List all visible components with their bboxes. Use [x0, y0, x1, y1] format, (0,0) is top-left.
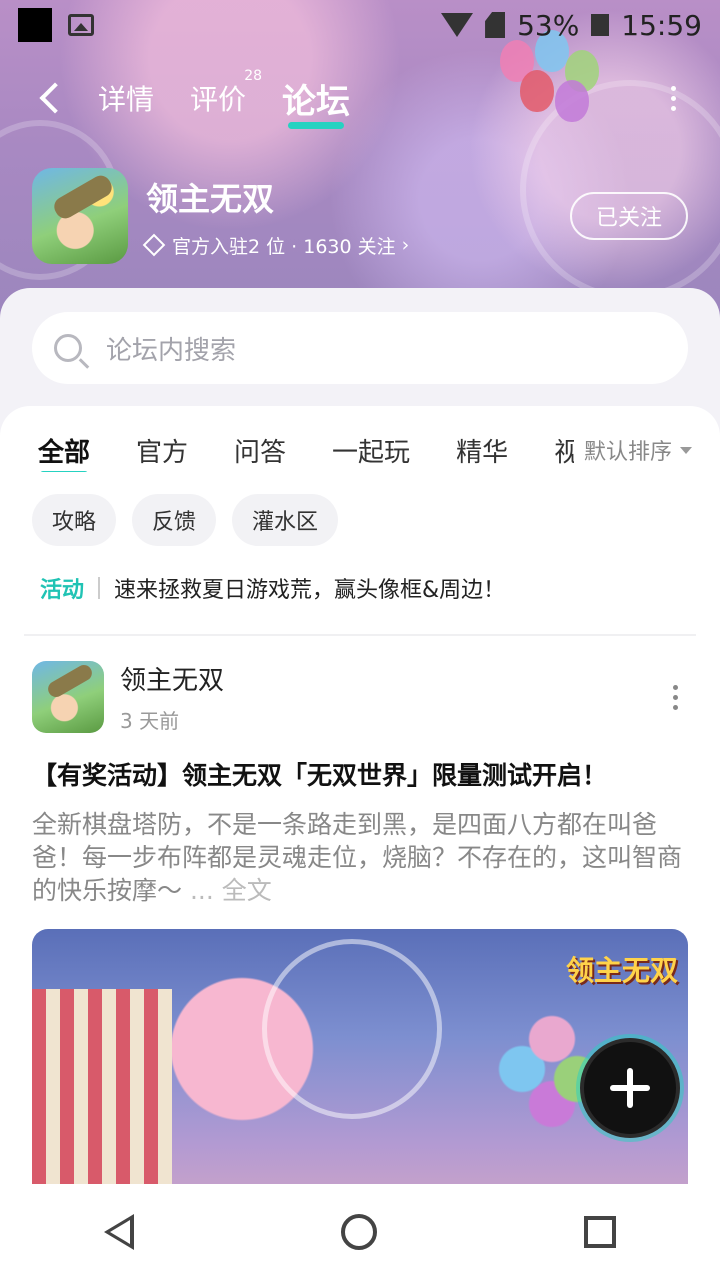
full-text-link[interactable]: 全文 [222, 876, 272, 905]
nav-home-icon[interactable] [340, 1214, 377, 1250]
search-input[interactable]: 论坛内搜索 [106, 330, 236, 367]
game-meta-link[interactable]: 官方入驻2 位 · 1630 关注 › [142, 232, 410, 259]
game-name: 领主无双 [146, 179, 275, 218]
game-icon[interactable] [32, 168, 128, 264]
ferris-wheel-illustration [262, 939, 442, 1119]
post-title[interactable]: 【有奖活动】领主无双「无双世界」限量测试开启！ [32, 756, 688, 792]
top-nav: 详情 评价 28 论坛 [0, 68, 720, 129]
divider [24, 634, 696, 636]
chip-feedback[interactable]: 反馈 [132, 494, 217, 546]
review-count-badge: 28 [244, 68, 263, 84]
post-more-icon[interactable] [673, 684, 678, 710]
search-icon [54, 334, 82, 362]
game-logo: 领主无双 [565, 954, 678, 987]
back-arrow-icon[interactable] [39, 82, 71, 114]
sort-label: 默认排序 [583, 440, 672, 465]
diamond-icon [142, 233, 166, 257]
game-header: 领主无双 官方入驻2 位 · 1630 关注 › 已关注 [32, 166, 688, 266]
caret-down-icon [680, 446, 692, 454]
wifi-off-icon [441, 13, 474, 37]
game-meta-text: 官方入驻2 位 · 1630 关注 [172, 235, 396, 258]
announcement-text: 速来拯救夏日游戏荒，赢头像框&周边！ [114, 578, 506, 603]
system-nav-bar [0, 1184, 720, 1280]
post-author[interactable]: 领主无双 [120, 660, 224, 697]
clock: 15:59 [621, 8, 702, 42]
chevron-right-icon: › [401, 234, 410, 256]
tab-forum[interactable]: 论坛 [282, 74, 351, 129]
post-time: 3 天前 [120, 709, 180, 733]
announcement-tag: 活动 [40, 578, 85, 603]
tab-reviews[interactable]: 评价 28 [190, 68, 262, 118]
status-bar: 53% 15:59 [0, 0, 720, 50]
nav-back-icon[interactable] [103, 1214, 134, 1250]
more-options-icon[interactable] [671, 86, 676, 111]
battery-icon [591, 14, 610, 36]
sort-dropdown[interactable]: 默认排序 [573, 434, 692, 466]
category-qa[interactable]: 问答 [234, 432, 286, 469]
category-official[interactable]: 官方 [136, 432, 188, 469]
nav-recents-icon[interactable] [584, 1216, 617, 1248]
tab-details[interactable]: 详情 [98, 78, 154, 118]
no-sim-icon [485, 12, 506, 38]
new-post-plus-icon[interactable] [580, 1038, 680, 1138]
tent-illustration [32, 989, 172, 1199]
avatar[interactable] [32, 661, 104, 733]
tab-details-label: 详情 [98, 83, 155, 116]
post-body[interactable]: 全新棋盘塔防，不是一条路走到黑，是四面八方都在叫爸爸！每一步布阵都是灵魂走位，烧… [32, 808, 688, 907]
divider [98, 577, 101, 599]
battery-percent: 53% [517, 8, 580, 42]
chip-chat[interactable]: 灌水区 [232, 494, 339, 546]
notification-square-icon [18, 8, 52, 42]
image-icon [68, 14, 94, 36]
search-bar[interactable]: 论坛内搜索 [32, 312, 688, 384]
chip-guide[interactable]: 攻略 [32, 494, 117, 546]
category-play-together[interactable]: 一起玩 [332, 432, 410, 469]
category-featured[interactable]: 精华 [456, 432, 508, 469]
category-all[interactable]: 全部 [38, 432, 90, 472]
tab-reviews-label: 评价 [190, 83, 247, 116]
post-body-text: 全新棋盘塔防，不是一条路走到黑，是四面八方都在叫爸爸！每一步布阵都是灵魂走位，烧… [32, 810, 683, 905]
tab-forum-label: 论坛 [282, 81, 351, 122]
announcement-bar[interactable]: 活动 速来拯救夏日游戏荒，赢头像框&周边！ [40, 572, 688, 604]
post-ellipsis: ... [189, 876, 214, 905]
follow-button[interactable]: 已关注 [569, 192, 688, 240]
tag-chips: 攻略 反馈 灌水区 [32, 494, 339, 546]
